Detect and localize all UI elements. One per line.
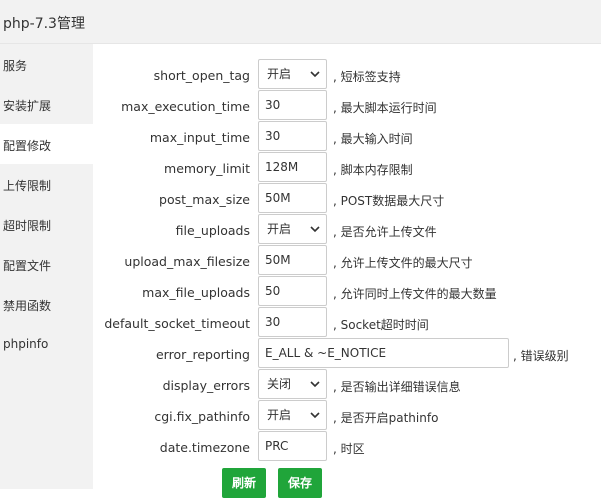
setting-label: max_file_uploads bbox=[142, 285, 250, 300]
short-open-tag-select[interactable]: 开启 bbox=[258, 59, 327, 89]
chevron-down-icon bbox=[310, 226, 320, 233]
date-timezone-input[interactable]: PRC bbox=[258, 431, 327, 461]
sidebar-item-service[interactable]: 服务 bbox=[0, 44, 93, 84]
select-value: 开启 bbox=[267, 67, 292, 81]
sidebar-item-install-extensions[interactable]: 安装扩展 bbox=[0, 84, 93, 124]
panel-header: php-7.3管理 bbox=[0, 0, 601, 44]
setting-label: date.timezone bbox=[159, 440, 250, 455]
setting-desc: , POST数据最大尺寸 bbox=[333, 194, 445, 208]
memory-limit-input[interactable]: 128M bbox=[258, 152, 327, 182]
sidebar-item-label: 服务 bbox=[3, 59, 28, 73]
setting-label: max_execution_time bbox=[121, 99, 250, 114]
setting-desc: , 是否开启pathinfo bbox=[333, 411, 439, 425]
sidebar-item-label: phpinfo bbox=[3, 337, 49, 351]
setting-row: max_execution_time 30 , 最大脚本运行时间 bbox=[93, 90, 601, 121]
refresh-button[interactable]: 刷新 bbox=[222, 468, 267, 498]
max-input-time-input[interactable]: 30 bbox=[258, 121, 327, 151]
sidebar-item-timeout-limit[interactable]: 超时限制 bbox=[0, 204, 93, 244]
sidebar-item-upload-limit[interactable]: 上传限制 bbox=[0, 164, 93, 204]
sidebar-item-label: 上传限制 bbox=[3, 179, 52, 193]
setting-desc: , 短标签支持 bbox=[333, 70, 401, 84]
setting-label: upload_max_filesize bbox=[124, 254, 250, 269]
max-file-uploads-input[interactable]: 50 bbox=[258, 276, 327, 306]
sidebar-item-label: 禁用函数 bbox=[3, 299, 52, 313]
sidebar-item-label: 安装扩展 bbox=[3, 99, 52, 113]
setting-row: date.timezone PRC , 时区 bbox=[93, 431, 601, 462]
setting-row: max_input_time 30 , 最大输入时间 bbox=[93, 121, 601, 152]
setting-label: default_socket_timeout bbox=[104, 316, 250, 331]
select-value: 关闭 bbox=[267, 377, 292, 391]
cgi-fix-pathinfo-select[interactable]: 开启 bbox=[258, 400, 327, 430]
error-reporting-input[interactable]: E_ALL & ~E_NOTICE bbox=[258, 338, 509, 368]
sidebar-item-label: 配置文件 bbox=[3, 259, 52, 273]
sidebar-item-config-file[interactable]: 配置文件 bbox=[0, 244, 93, 284]
setting-row: upload_max_filesize 50M , 允许上传文件的最大尺寸 bbox=[93, 245, 601, 276]
chevron-down-icon bbox=[310, 71, 320, 78]
setting-row: error_reporting E_ALL & ~E_NOTICE , 错误级别 bbox=[93, 338, 601, 369]
sidebar-item-label: 配置修改 bbox=[3, 139, 52, 153]
panel-title: php-7.3管理 bbox=[3, 16, 85, 32]
setting-label: short_open_tag bbox=[153, 68, 250, 83]
setting-label: error_reporting bbox=[155, 347, 250, 362]
setting-desc: , 最大输入时间 bbox=[333, 132, 413, 146]
setting-label: file_uploads bbox=[175, 223, 250, 238]
setting-desc: , 错误级别 bbox=[513, 349, 569, 363]
setting-row: default_socket_timeout 30 , Socket超时时间 bbox=[93, 307, 601, 338]
setting-desc: , 最大脚本运行时间 bbox=[333, 101, 437, 115]
setting-desc: , 允许同时上传文件的最大数量 bbox=[333, 287, 497, 301]
sidebar-item-disabled-functions[interactable]: 禁用函数 bbox=[0, 284, 93, 324]
setting-row: file_uploads 开启 , 是否允许上传文件 bbox=[93, 214, 601, 245]
sidebar-item-phpinfo[interactable]: phpinfo bbox=[0, 324, 93, 364]
setting-row: short_open_tag 开启 , 短标签支持 bbox=[93, 59, 601, 90]
max-execution-time-input[interactable]: 30 bbox=[258, 90, 327, 120]
setting-desc: , 是否允许上传文件 bbox=[333, 225, 437, 239]
chevron-down-icon bbox=[310, 412, 320, 419]
select-value: 开启 bbox=[267, 408, 292, 422]
setting-label: cgi.fix_pathinfo bbox=[154, 409, 250, 424]
setting-label: max_input_time bbox=[149, 130, 250, 145]
select-value: 开启 bbox=[267, 222, 292, 236]
sidebar-item-label: 超时限制 bbox=[3, 219, 52, 233]
sidebar: 服务 安装扩展 配置修改 上传限制 超时限制 配置文件 禁用函数 phpinfo bbox=[0, 44, 93, 489]
file-uploads-select[interactable]: 开启 bbox=[258, 214, 327, 244]
setting-desc: , 允许上传文件的最大尺寸 bbox=[333, 256, 473, 270]
setting-label: post_max_size bbox=[159, 192, 250, 207]
config-form: short_open_tag 开启 , 短标签支持 max_execution_… bbox=[93, 44, 601, 498]
sidebar-item-config-edit[interactable]: 配置修改 bbox=[0, 124, 93, 164]
setting-desc: , 是否输出详细错误信息 bbox=[333, 380, 461, 394]
setting-desc: , 时区 bbox=[333, 442, 365, 456]
post-max-size-input[interactable]: 50M bbox=[258, 183, 327, 213]
setting-label: display_errors bbox=[162, 378, 250, 393]
upload-max-filesize-input[interactable]: 50M bbox=[258, 245, 327, 275]
save-button[interactable]: 保存 bbox=[278, 468, 323, 498]
setting-row: cgi.fix_pathinfo 开启 , 是否开启pathinfo bbox=[93, 400, 601, 431]
setting-label: memory_limit bbox=[164, 161, 250, 176]
setting-desc: , 脚本内存限制 bbox=[333, 163, 413, 177]
setting-row: post_max_size 50M , POST数据最大尺寸 bbox=[93, 183, 601, 214]
display-errors-select[interactable]: 关闭 bbox=[258, 369, 327, 399]
setting-row: memory_limit 128M , 脚本内存限制 bbox=[93, 152, 601, 183]
chevron-down-icon bbox=[310, 381, 320, 388]
setting-row: max_file_uploads 50 , 允许同时上传文件的最大数量 bbox=[93, 276, 601, 307]
setting-row: display_errors 关闭 , 是否输出详细错误信息 bbox=[93, 369, 601, 400]
setting-desc: , Socket超时时间 bbox=[333, 318, 429, 332]
default-socket-timeout-input[interactable]: 30 bbox=[258, 307, 327, 337]
